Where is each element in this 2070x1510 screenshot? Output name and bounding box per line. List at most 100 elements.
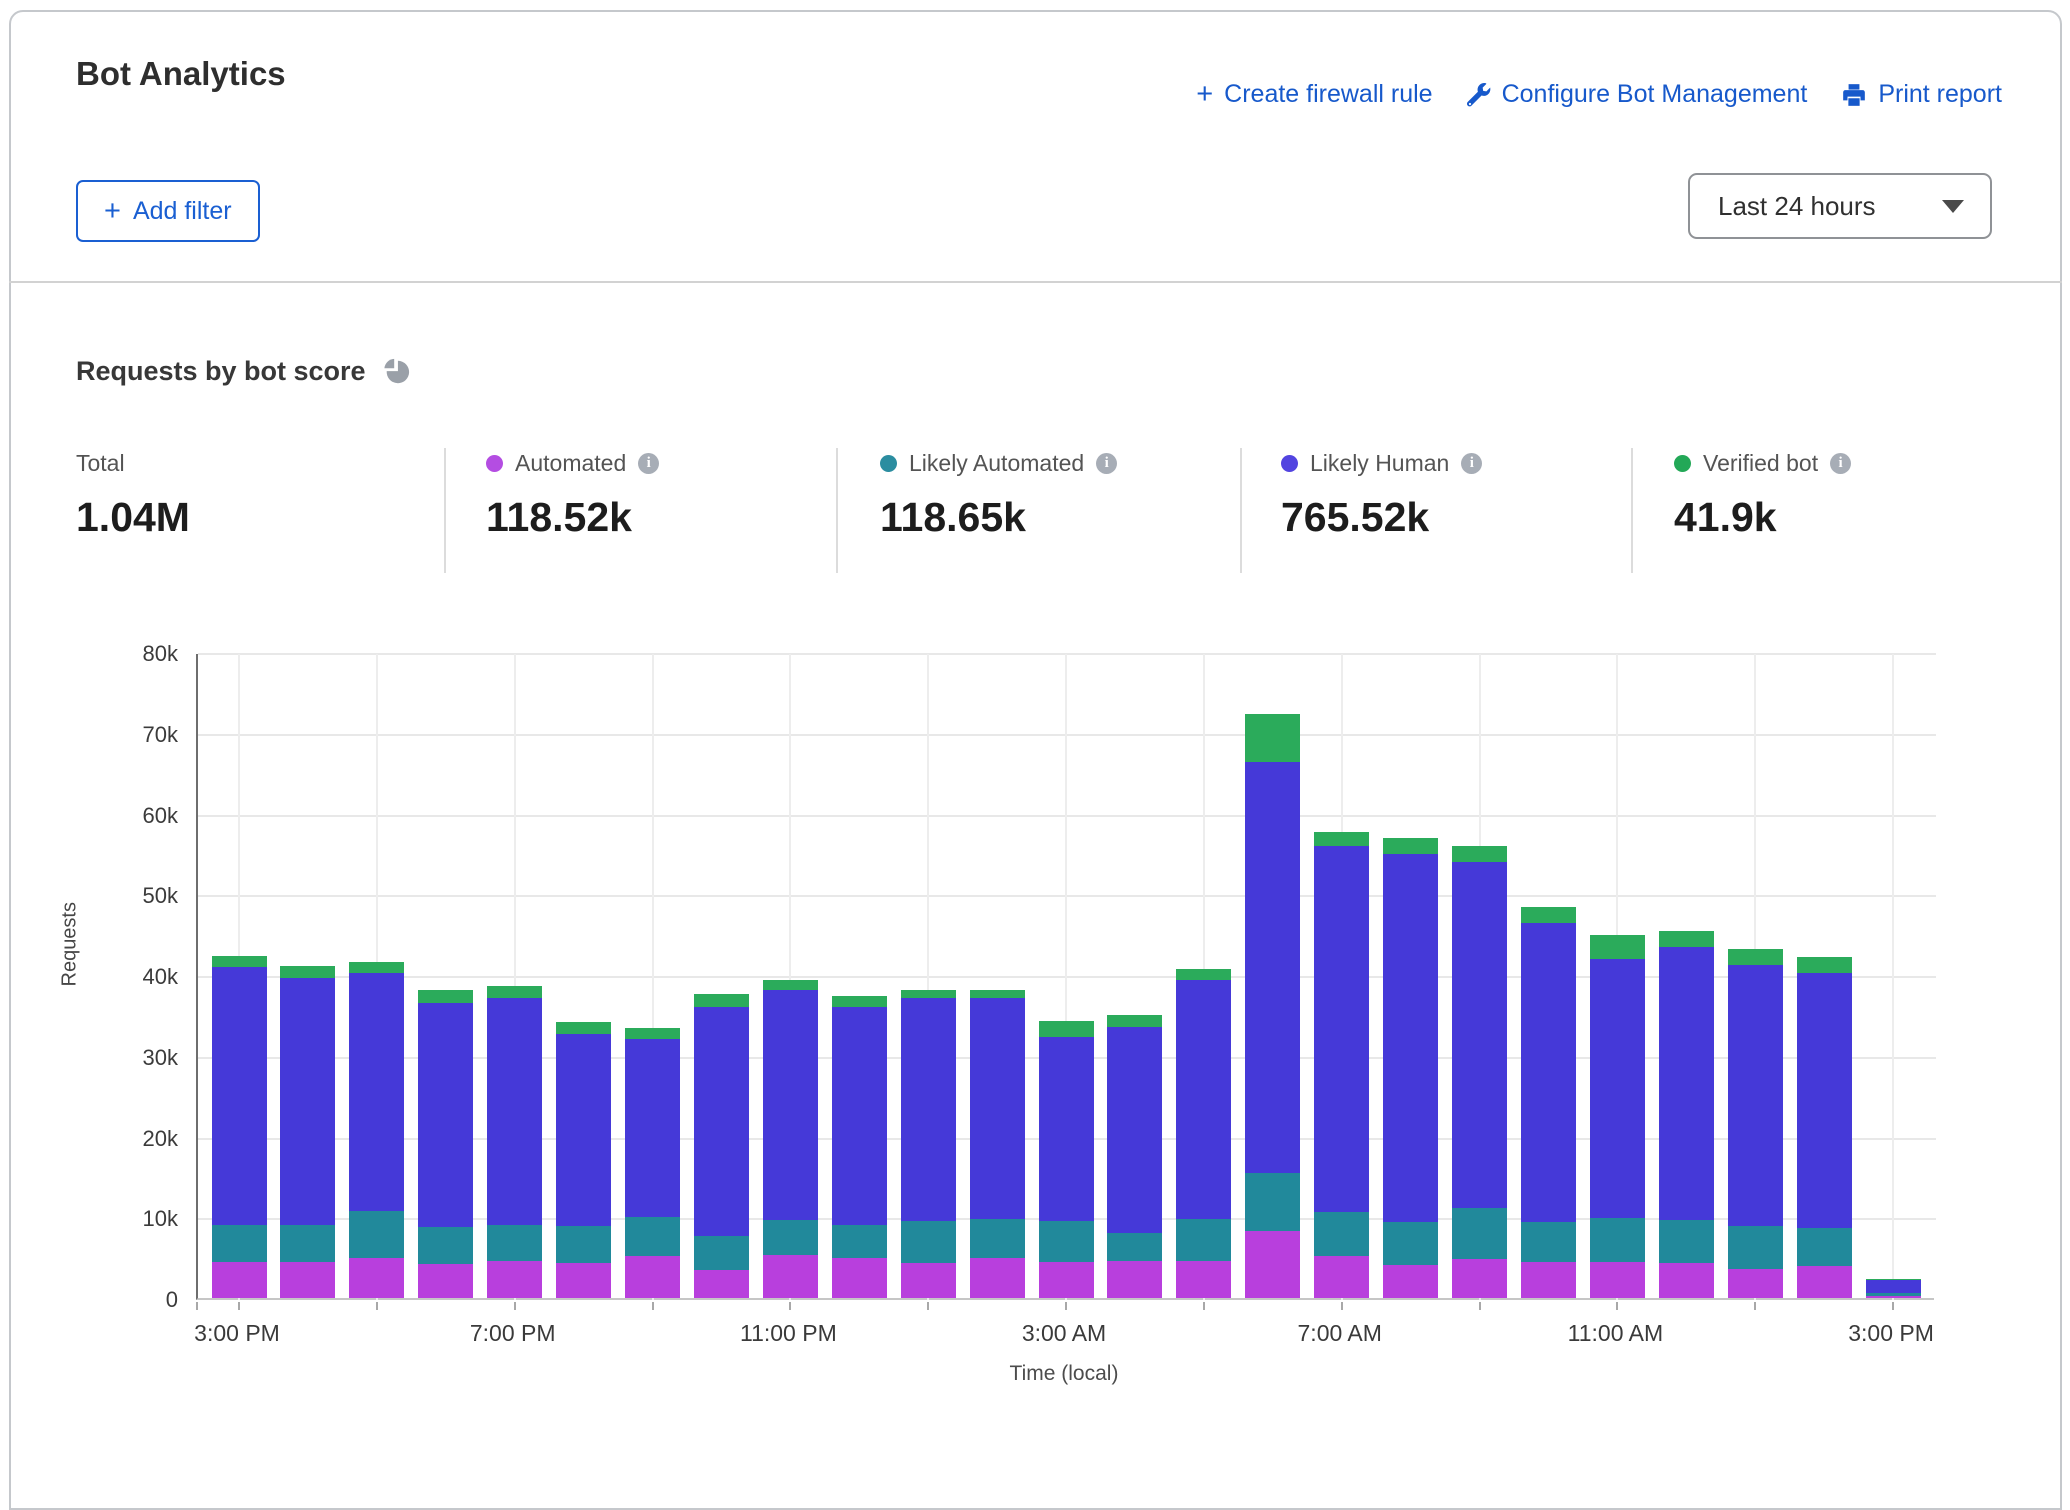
bar-21-likely-human[interactable] — [1659, 947, 1714, 1221]
bar-15-likely-human[interactable] — [1245, 762, 1300, 1173]
bar-6-verified-bot[interactable] — [625, 1028, 680, 1038]
bar-19-likely-human[interactable] — [1521, 923, 1576, 1223]
info-icon[interactable]: i — [1461, 453, 1482, 474]
bar-23-automated[interactable] — [1797, 1266, 1852, 1298]
bar-14-likely-automated[interactable] — [1176, 1219, 1231, 1261]
bar-9-likely-automated[interactable] — [832, 1225, 887, 1258]
bar-24-likely-automated[interactable] — [1866, 1293, 1921, 1296]
info-icon[interactable]: i — [638, 453, 659, 474]
bar-11-automated[interactable] — [970, 1258, 1025, 1298]
bar-8-likely-automated[interactable] — [763, 1220, 818, 1256]
bar-8-likely-human[interactable] — [763, 990, 818, 1219]
bar-15-automated[interactable] — [1245, 1231, 1300, 1298]
bar-22-automated[interactable] — [1728, 1269, 1783, 1298]
bar-16-verified-bot[interactable] — [1314, 832, 1369, 846]
bar-6-likely-automated[interactable] — [625, 1217, 680, 1256]
bar-17-likely-automated[interactable] — [1383, 1222, 1438, 1265]
bar-2-likely-automated[interactable] — [349, 1211, 404, 1258]
bar-20-verified-bot[interactable] — [1590, 935, 1645, 959]
bar-11-likely-automated[interactable] — [970, 1219, 1025, 1259]
bar-8-verified-bot[interactable] — [763, 980, 818, 990]
bar-1-verified-bot[interactable] — [280, 966, 335, 978]
bar-24-likely-human[interactable] — [1866, 1279, 1921, 1292]
bar-14-verified-bot[interactable] — [1176, 969, 1231, 979]
bar-12-automated[interactable] — [1039, 1262, 1094, 1298]
bar-17-likely-human[interactable] — [1383, 854, 1438, 1222]
bar-17-verified-bot[interactable] — [1383, 838, 1438, 854]
bar-1-automated[interactable] — [280, 1262, 335, 1298]
add-filter-button[interactable]: + Add filter — [76, 180, 260, 242]
bar-5-automated[interactable] — [556, 1263, 611, 1298]
bar-21-verified-bot[interactable] — [1659, 931, 1714, 947]
bar-19-verified-bot[interactable] — [1521, 907, 1576, 922]
bar-2-verified-bot[interactable] — [349, 962, 404, 973]
bar-9-likely-human[interactable] — [832, 1007, 887, 1225]
bar-12-likely-automated[interactable] — [1039, 1221, 1094, 1262]
info-icon[interactable]: i — [1830, 453, 1851, 474]
bar-4-automated[interactable] — [487, 1261, 542, 1298]
bar-22-likely-automated[interactable] — [1728, 1226, 1783, 1269]
info-icon[interactable]: i — [1096, 453, 1117, 474]
bar-19-automated[interactable] — [1521, 1262, 1576, 1298]
bar-3-automated[interactable] — [418, 1264, 473, 1298]
bar-13-verified-bot[interactable] — [1107, 1015, 1162, 1026]
bar-16-likely-human[interactable] — [1314, 846, 1369, 1212]
bar-4-likely-automated[interactable] — [487, 1225, 542, 1261]
bar-20-likely-automated[interactable] — [1590, 1218, 1645, 1262]
bar-16-automated[interactable] — [1314, 1256, 1369, 1298]
bar-12-likely-human[interactable] — [1039, 1037, 1094, 1221]
bar-15-likely-automated[interactable] — [1245, 1173, 1300, 1231]
bar-19-likely-automated[interactable] — [1521, 1222, 1576, 1262]
bar-21-likely-automated[interactable] — [1659, 1220, 1714, 1263]
bar-18-likely-automated[interactable] — [1452, 1208, 1507, 1259]
bar-20-likely-human[interactable] — [1590, 959, 1645, 1218]
bar-23-likely-human[interactable] — [1797, 973, 1852, 1228]
bar-24-verified-bot[interactable] — [1866, 1279, 1921, 1280]
bar-17-automated[interactable] — [1383, 1265, 1438, 1298]
bar-0-likely-automated[interactable] — [212, 1225, 267, 1261]
bar-11-likely-human[interactable] — [970, 998, 1025, 1218]
bar-1-likely-human[interactable] — [280, 978, 335, 1225]
print-report-link[interactable]: Print report — [1841, 80, 2002, 109]
bar-16-likely-automated[interactable] — [1314, 1212, 1369, 1256]
bar-6-likely-human[interactable] — [625, 1039, 680, 1217]
bar-8-automated[interactable] — [763, 1255, 818, 1298]
bar-3-likely-human[interactable] — [418, 1003, 473, 1227]
bar-5-verified-bot[interactable] — [556, 1022, 611, 1034]
time-range-dropdown[interactable]: Last 24 hours — [1688, 173, 1992, 239]
bar-22-verified-bot[interactable] — [1728, 949, 1783, 964]
bar-7-verified-bot[interactable] — [694, 994, 749, 1006]
bar-10-verified-bot[interactable] — [901, 990, 956, 999]
bar-5-likely-human[interactable] — [556, 1034, 611, 1226]
configure-bot-management-link[interactable]: Configure Bot Management — [1467, 80, 1808, 109]
bar-20-automated[interactable] — [1590, 1262, 1645, 1298]
bar-0-automated[interactable] — [212, 1262, 267, 1298]
bar-18-likely-human[interactable] — [1452, 862, 1507, 1208]
bar-0-verified-bot[interactable] — [212, 956, 267, 967]
bar-12-verified-bot[interactable] — [1039, 1021, 1094, 1037]
bar-13-likely-automated[interactable] — [1107, 1233, 1162, 1260]
bar-18-automated[interactable] — [1452, 1259, 1507, 1298]
bar-24-automated[interactable] — [1866, 1296, 1921, 1298]
bar-21-automated[interactable] — [1659, 1263, 1714, 1298]
bar-14-likely-human[interactable] — [1176, 980, 1231, 1219]
bar-2-automated[interactable] — [349, 1258, 404, 1298]
bar-11-verified-bot[interactable] — [970, 990, 1025, 998]
bar-6-automated[interactable] — [625, 1256, 680, 1298]
bar-3-verified-bot[interactable] — [418, 990, 473, 1004]
bar-10-likely-automated[interactable] — [901, 1221, 956, 1263]
bar-9-automated[interactable] — [832, 1258, 887, 1298]
bar-0-likely-human[interactable] — [212, 967, 267, 1225]
bar-5-likely-automated[interactable] — [556, 1226, 611, 1263]
bar-7-likely-automated[interactable] — [694, 1236, 749, 1270]
bar-1-likely-automated[interactable] — [280, 1225, 335, 1261]
bar-9-verified-bot[interactable] — [832, 996, 887, 1006]
bar-10-likely-human[interactable] — [901, 998, 956, 1221]
bar-7-likely-human[interactable] — [694, 1007, 749, 1236]
create-firewall-rule-link[interactable]: + Create firewall rule — [1196, 80, 1432, 109]
bar-22-likely-human[interactable] — [1728, 965, 1783, 1227]
bar-23-likely-automated[interactable] — [1797, 1228, 1852, 1266]
bar-2-likely-human[interactable] — [349, 973, 404, 1210]
bar-13-likely-human[interactable] — [1107, 1027, 1162, 1234]
bar-18-verified-bot[interactable] — [1452, 846, 1507, 862]
